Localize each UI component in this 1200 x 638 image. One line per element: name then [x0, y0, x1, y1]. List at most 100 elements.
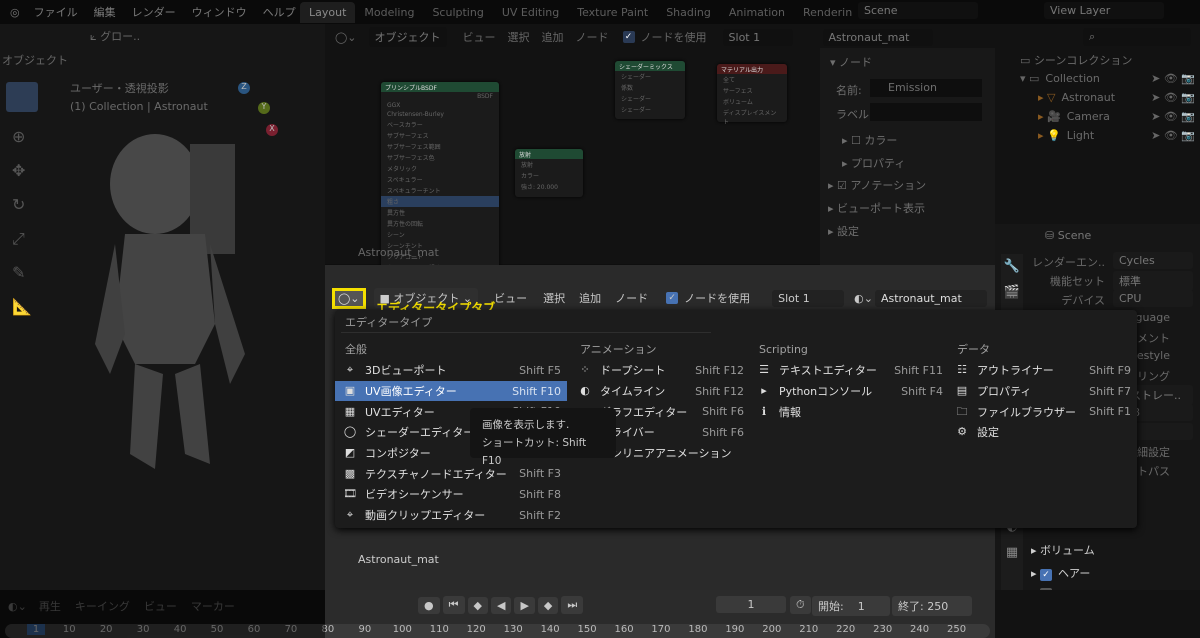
- tab-sculpting[interactable]: Sculpting: [423, 2, 492, 23]
- color-subpanel[interactable]: ▸ ☐ カラー: [842, 132, 897, 148]
- node-socket[interactable]: シェーダー: [615, 104, 685, 115]
- label-field[interactable]: [870, 103, 982, 121]
- node-material-output[interactable]: マテリアル出力 全て サーフェス ボリューム ディスプレイスメント: [717, 64, 787, 126]
- menu-add[interactable]: 追加: [579, 290, 601, 306]
- prop-value[interactable]: 標準: [1113, 271, 1193, 291]
- menu-select[interactable]: 選択: [508, 29, 530, 45]
- menu-item-preferences[interactable]: ⚙ 設定: [947, 422, 1137, 443]
- node-socket[interactable]: 異方性の回転: [381, 218, 499, 229]
- outliner-item-light[interactable]: ▸ 💡 Light ➤ 👁 📷: [1038, 129, 1195, 142]
- node-socket[interactable]: GGX: [381, 101, 499, 110]
- menu-3[interactable]: ウィンドウ: [192, 4, 247, 20]
- stopwatch-icon[interactable]: ⏱: [790, 596, 811, 614]
- panel-checkbox[interactable]: ✓: [1040, 569, 1053, 581]
- tab-layout[interactable]: Layout: [300, 2, 356, 23]
- node-socket[interactable]: 異方性: [381, 207, 499, 218]
- scene-selector[interactable]: Scene: [858, 2, 978, 19]
- material-field[interactable]: Astronaut_mat: [822, 28, 933, 46]
- jump-end-button[interactable]: ⏭: [561, 596, 584, 614]
- menu-item-dopesheet[interactable]: ⁘ ドープシート Shift F12: [570, 360, 750, 381]
- blender-logo-icon[interactable]: ◎: [10, 6, 20, 19]
- menu-view[interactable]: ビュー: [463, 29, 496, 45]
- menu-item-file-browser[interactable]: 🗀 ファイルブラウザー Shift F1: [947, 401, 1137, 422]
- menu-item-timeline[interactable]: ◐ タイムライン Shift F12: [570, 381, 750, 402]
- node-socket[interactable]: ベースカラー: [381, 119, 499, 130]
- slot-selector[interactable]: Slot 1: [772, 289, 845, 307]
- node-socket[interactable]: メタリック: [381, 163, 499, 174]
- name-field[interactable]: Emission: [870, 79, 982, 97]
- menu-1[interactable]: 編集: [94, 4, 116, 20]
- settings-panel[interactable]: ▸ 設定: [828, 223, 859, 239]
- next-keyframe-button[interactable]: ◆: [537, 596, 559, 614]
- menu-select[interactable]: 選択: [543, 290, 565, 306]
- tab-renderin[interactable]: Renderin: [794, 2, 861, 23]
- select-tool-button[interactable]: [6, 82, 38, 112]
- node-panel-header[interactable]: ▾ ノード: [830, 54, 872, 70]
- tab-uv-editing[interactable]: UV Editing: [493, 2, 568, 23]
- viewport-display-panel[interactable]: ▸ ビューポート表示: [828, 200, 925, 216]
- menu-item-python-console[interactable]: ▸ Pythonコンソール Shift F4: [749, 381, 949, 402]
- node-socket[interactable]: サブサーフェス色: [381, 152, 499, 163]
- prev-keyframe-button[interactable]: ◆: [467, 596, 488, 614]
- node-mix-shader[interactable]: シェーダーミックス シェーダー 係数 シェーダー シェーダー: [615, 61, 685, 119]
- node-socket[interactable]: カラー: [515, 170, 583, 181]
- menu-item-uv-image-editor[interactable]: ▣ UV画像エディター Shift F10: [335, 380, 567, 402]
- node-socket[interactable]: シェーダー: [615, 93, 685, 104]
- menu-item-outliner[interactable]: ☷ アウトライナー Shift F9: [947, 360, 1137, 381]
- tab-modeling[interactable]: Modeling: [355, 2, 423, 23]
- tool-icons[interactable]: ⊕ ✥ ↻ ⤢ ✎ 📐: [12, 120, 32, 324]
- menu-item-properties[interactable]: ▤ プロパティ Shift F7: [947, 381, 1137, 402]
- material-browse-icon[interactable]: ◐⌄: [854, 292, 873, 305]
- outliner-search[interactable]: ⌕: [1083, 28, 1191, 46]
- node-socket[interactable]: シェーダー: [615, 71, 685, 82]
- current-frame-field[interactable]: 1: [716, 596, 786, 613]
- play-button[interactable]: ▶: [514, 596, 535, 614]
- editor-type-icon[interactable]: ◯⌄: [335, 31, 357, 44]
- menu-2[interactable]: レンダー: [132, 4, 176, 20]
- outliner-item-collection[interactable]: ▾ ▭ Collection ➤ 👁 📷: [1020, 72, 1195, 85]
- start-frame-field[interactable]: 開始: 1: [812, 596, 890, 616]
- visibility-icons[interactable]: ➤ 👁 📷: [1151, 129, 1195, 142]
- menu-view[interactable]: ビュー: [494, 290, 527, 306]
- node-socket[interactable]: 全て: [717, 74, 787, 85]
- slot-selector[interactable]: Slot 1: [722, 28, 793, 46]
- gizmo-z-axis[interactable]: Z: [238, 82, 250, 94]
- menu-add[interactable]: 追加: [542, 29, 564, 45]
- menu-4[interactable]: ヘルプ: [263, 4, 296, 20]
- play-reverse-button[interactable]: ◀: [490, 596, 512, 614]
- outliner-item-camera[interactable]: ▸ 🎥 Camera ➤ 👁 📷: [1038, 110, 1195, 123]
- editor-type-button[interactable]: ◯⌄: [332, 287, 366, 309]
- mode-selector[interactable]: オブジェクト: [368, 27, 447, 47]
- node-socket[interactable]: シーン: [381, 229, 499, 240]
- visibility-icons[interactable]: ➤ 👁 📷: [1151, 91, 1195, 104]
- transform-orientation[interactable]: ⟀ グロー..: [90, 28, 140, 44]
- record-button[interactable]: ●: [418, 596, 440, 614]
- gizmo-y-axis[interactable]: Y: [258, 102, 270, 114]
- material-field[interactable]: Astronaut_mat: [874, 289, 987, 307]
- view-layer-selector[interactable]: View Layer: [1044, 2, 1164, 19]
- 3d-viewport[interactable]: ⟀ グロー.. オブジェクト ⊕ ✥ ↻ ⤢ ✎ 📐 ユーザー・透視投影 (1) Coll…: [0, 24, 325, 590]
- outliner-item-astronaut[interactable]: ▸ ▽ Astronaut ➤ 👁 📷: [1038, 91, 1195, 104]
- astronaut-model[interactable]: [95, 124, 275, 474]
- tab-texture-paint[interactable]: Texture Paint: [568, 2, 657, 23]
- node-socket[interactable]: 放射: [515, 159, 583, 170]
- jump-start-button[interactable]: ⏮: [442, 596, 465, 614]
- prop-panel[interactable]: ▸ ✓ ヘアー: [1031, 565, 1090, 581]
- annotation-panel[interactable]: ▸ ☑ アノテーション: [828, 177, 926, 193]
- prop-value[interactable]: Cycles: [1113, 252, 1193, 269]
- menu-node[interactable]: ノード: [615, 290, 648, 306]
- visibility-icons[interactable]: ➤ 👁 📷: [1151, 72, 1195, 85]
- tab-animation[interactable]: Animation: [720, 2, 794, 23]
- node-socket[interactable]: サブサーフェス範囲: [381, 141, 499, 152]
- menu-0[interactable]: ファイル: [34, 4, 78, 20]
- node-emission[interactable]: 放射 放射 カラー 強さ: 20.000: [515, 149, 583, 197]
- properties-subpanel[interactable]: ▸ プロパティ: [842, 155, 905, 171]
- node-socket[interactable]: スペキュラーチント: [381, 185, 499, 196]
- menu-node[interactable]: ノード: [576, 29, 609, 45]
- end-frame-field[interactable]: 終了: 250: [892, 596, 972, 616]
- node-socket[interactable]: 粗さ: [381, 196, 499, 207]
- node-socket[interactable]: 強さ: 20.000: [515, 181, 583, 192]
- mode-selector[interactable]: オブジェクト: [2, 52, 68, 68]
- node-socket[interactable]: サブサーフェス: [381, 130, 499, 141]
- node-socket[interactable]: ディスプレイスメント: [717, 107, 787, 127]
